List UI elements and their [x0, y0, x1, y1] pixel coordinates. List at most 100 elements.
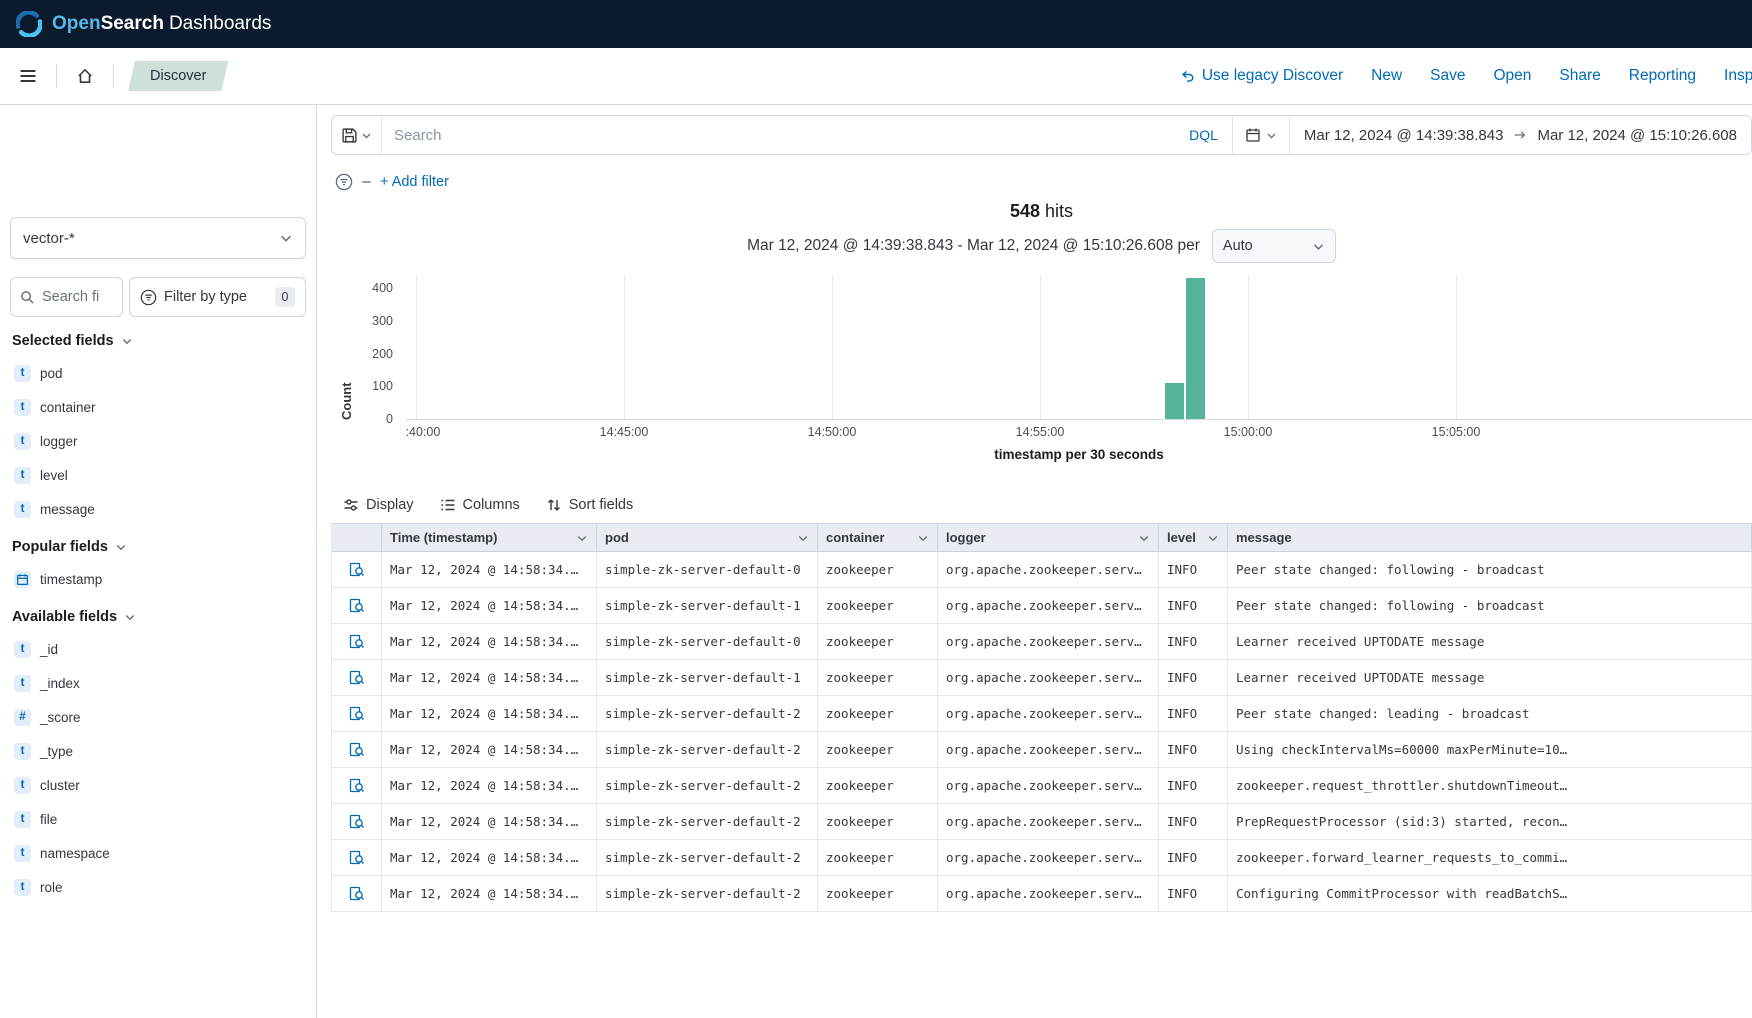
toolbar-sort-fields-button[interactable]: Sort fields: [546, 497, 633, 513]
field-item-score[interactable]: #_score: [10, 703, 306, 731]
section-header-available-fields[interactable]: Available fields: [12, 609, 306, 625]
inspect-document-icon[interactable]: [349, 634, 365, 650]
field-item-role[interactable]: trole: [10, 873, 306, 901]
field-item-file[interactable]: tfile: [10, 805, 306, 833]
field-item-namespace[interactable]: tnamespace: [10, 839, 306, 867]
column-header-label: container: [826, 530, 885, 545]
section-header-selected-fields[interactable]: Selected fields: [12, 333, 306, 349]
toolbar-display-button[interactable]: Display: [343, 497, 414, 513]
interval-select[interactable]: Auto: [1212, 229, 1336, 263]
search-input[interactable]: [386, 127, 1171, 144]
field-item-logger[interactable]: tlogger: [10, 427, 306, 455]
nav-action-share[interactable]: Share: [1559, 67, 1600, 85]
saved-query-button[interactable]: [332, 116, 382, 154]
section-title: Available fields: [12, 609, 117, 625]
chevron-down-icon: [797, 532, 809, 544]
field-name: _score: [40, 710, 81, 725]
date-from[interactable]: Mar 12, 2024 @ 14:39:38.843: [1304, 127, 1504, 144]
inspect-document-icon[interactable]: [349, 814, 365, 830]
date-range: Mar 12, 2024 @ 14:39:38.843 Mar 12, 2024…: [1289, 116, 1751, 154]
field-item-container[interactable]: tcontainer: [10, 393, 306, 421]
nav-action-save[interactable]: Save: [1430, 67, 1465, 85]
table-row: Mar 12, 2024 @ 14:58:34.…simple-zk-serve…: [332, 696, 1752, 732]
chart-gridline: [624, 275, 625, 419]
page-layout: vector-* Search fi Filter by type 0 Sele…: [0, 105, 1752, 1018]
field-type-string-icon: t: [14, 433, 31, 450]
inspect-document-icon[interactable]: [349, 598, 365, 614]
expand-cell: [332, 876, 382, 911]
filter-by-type-button[interactable]: Filter by type 0: [129, 277, 306, 317]
nav-action-label: Inspect: [1724, 67, 1752, 85]
nav-action-new[interactable]: New: [1371, 67, 1402, 85]
column-header-pod[interactable]: pod: [597, 524, 818, 551]
date-picker-button[interactable]: [1232, 116, 1289, 154]
section-header-popular-fields[interactable]: Popular fields: [12, 539, 306, 555]
cell-level: INFO: [1159, 696, 1228, 731]
arrow-right-icon: [1513, 128, 1527, 142]
query-language-button[interactable]: DQL: [1175, 127, 1232, 143]
cell-pod: simple-zk-server-default-0: [597, 552, 818, 587]
histogram-bar[interactable]: [1186, 278, 1205, 419]
nav-action-use-legacy-discover[interactable]: Use legacy Discover: [1180, 67, 1343, 85]
x-axis-label: timestamp per 30 seconds: [406, 447, 1752, 462]
field-item-message[interactable]: tmessage: [10, 495, 306, 523]
cell-logger: org.apache.zookeeper.serv…: [938, 840, 1159, 875]
search-icon: [20, 290, 35, 305]
home-button[interactable]: [65, 56, 105, 96]
field-name: cluster: [40, 778, 80, 793]
cell-level: INFO: [1159, 732, 1228, 767]
column-header-label: logger: [946, 530, 986, 545]
histogram-chart: Count 0100200300400 14:40:0014:45:0014:5…: [331, 275, 1752, 471]
field-type-string-icon: t: [14, 399, 31, 416]
time-range-text: Mar 12, 2024 @ 14:39:38.843 - Mar 12, 20…: [747, 237, 1200, 255]
inspect-document-icon[interactable]: [349, 742, 365, 758]
table-row: Mar 12, 2024 @ 14:58:34.…simple-zk-serve…: [332, 588, 1752, 624]
add-filter-button[interactable]: + Add filter: [380, 174, 449, 190]
time-range-row: Mar 12, 2024 @ 14:39:38.843 - Mar 12, 20…: [331, 229, 1752, 263]
column-header-message[interactable]: message: [1228, 524, 1752, 551]
column-header-container[interactable]: container: [818, 524, 938, 551]
filter-bar: + Add filter: [335, 167, 1752, 197]
column-header-level[interactable]: level: [1159, 524, 1228, 551]
index-pattern-value: vector-*: [23, 230, 75, 247]
field-item-id[interactable]: t_id: [10, 635, 306, 663]
table-row: Mar 12, 2024 @ 14:58:34.…simple-zk-serve…: [332, 732, 1752, 768]
field-search-placeholder: Search fi: [42, 289, 99, 305]
cell-logger: org.apache.zookeeper.serv…: [938, 552, 1159, 587]
index-pattern-select[interactable]: vector-*: [10, 217, 306, 259]
field-item-timestamp[interactable]: timestamp: [10, 565, 306, 593]
column-header-time-timestamp[interactable]: Time (timestamp): [382, 524, 597, 551]
field-item-type[interactable]: t_type: [10, 737, 306, 765]
inspect-document-icon[interactable]: [349, 706, 365, 722]
table-row: Mar 12, 2024 @ 14:58:34.…simple-zk-serve…: [332, 804, 1752, 840]
field-item-pod[interactable]: tpod: [10, 359, 306, 387]
brand-text: OpenSearchDashboards: [52, 13, 271, 35]
inspect-document-icon[interactable]: [349, 778, 365, 794]
cell-message: Peer state changed: following - broadcas…: [1228, 588, 1752, 623]
field-item-index[interactable]: t_index: [10, 669, 306, 697]
inspect-document-icon[interactable]: [349, 850, 365, 866]
nav-action-inspect[interactable]: Inspect: [1724, 67, 1752, 85]
field-search-input[interactable]: Search fi: [10, 277, 123, 317]
cell-time: Mar 12, 2024 @ 14:58:34.…: [382, 552, 597, 587]
chart-gridline: [1248, 275, 1249, 419]
column-header-logger[interactable]: logger: [938, 524, 1159, 551]
toolbar-columns-button[interactable]: Columns: [440, 497, 520, 513]
expand-cell: [332, 768, 382, 803]
y-tick-label: 200: [372, 347, 393, 361]
inspect-document-icon[interactable]: [349, 670, 365, 686]
chevron-down-icon: [1207, 532, 1219, 544]
filter-icon[interactable]: [335, 173, 353, 191]
inspect-document-icon[interactable]: [349, 886, 365, 902]
breadcrumb-discover[interactable]: Discover: [128, 61, 228, 91]
nav-action-reporting[interactable]: Reporting: [1629, 67, 1696, 85]
column-header-label: message: [1236, 530, 1292, 545]
nav-action-open[interactable]: Open: [1494, 67, 1532, 85]
menu-button[interactable]: [8, 56, 48, 96]
histogram-bar[interactable]: [1165, 383, 1184, 419]
opensearch-logo: OpenSearchDashboards: [16, 11, 271, 37]
field-item-level[interactable]: tlevel: [10, 461, 306, 489]
field-item-cluster[interactable]: tcluster: [10, 771, 306, 799]
inspect-document-icon[interactable]: [349, 562, 365, 578]
date-to[interactable]: Mar 12, 2024 @ 15:10:26.608: [1537, 127, 1737, 144]
